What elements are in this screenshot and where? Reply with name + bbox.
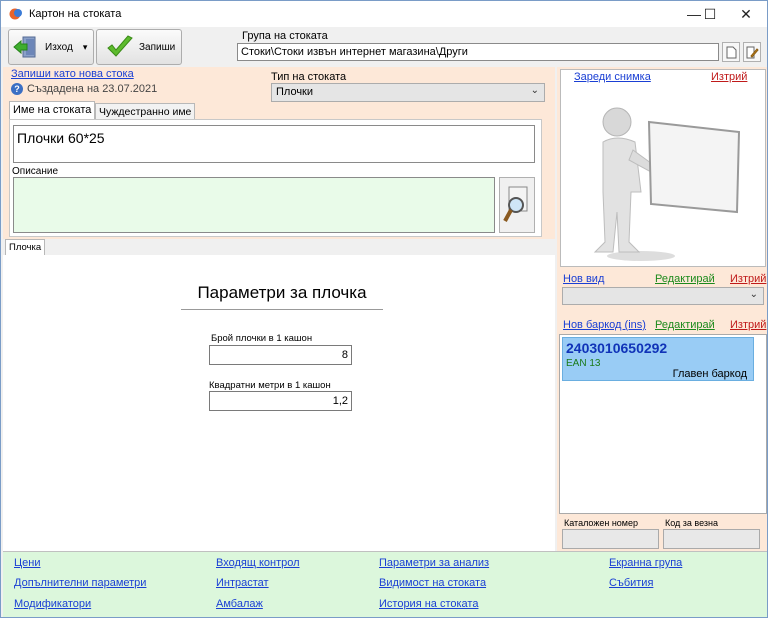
catalog-number-field[interactable] <box>562 529 659 549</box>
window-title: Картон на стоката <box>29 8 122 20</box>
edit-group-button[interactable] <box>743 42 761 62</box>
photo-area: Зареди снимка Изтрий <box>560 69 766 267</box>
type-label: Тип на стоката <box>271 71 347 83</box>
save-label: Запиши <box>139 41 176 53</box>
help-icon: ? <box>11 83 23 95</box>
chevron-down-icon[interactable]: ▾ <box>83 42 88 53</box>
barcode-role: Главен баркод <box>672 368 747 380</box>
prices-link[interactable]: Цени <box>14 557 40 569</box>
title-bar: Картон на стоката — ☐ ✕ <box>1 1 767 27</box>
catalog-number-label: Каталожен номер <box>564 518 639 528</box>
barcode-number: 2403010650292 <box>566 340 668 356</box>
maximize-button[interactable]: ☐ <box>693 1 727 27</box>
bottom-links-panel: Цени Допълнителни параметри Модификатори… <box>3 551 767 617</box>
tiles-per-box-label: Брой плочки в 1 кашон <box>211 333 313 344</box>
description-field[interactable] <box>13 177 495 233</box>
save-button[interactable]: Запиши <box>96 29 182 65</box>
exit-button[interactable]: Изход ▾ <box>8 29 94 65</box>
scale-code-field[interactable] <box>663 529 760 549</box>
placeholder-figure-image <box>593 107 741 261</box>
packaging-link[interactable]: Амбалаж <box>216 598 263 610</box>
barcode-list: 2403010650292 EAN 13 Главен баркод <box>559 334 767 514</box>
delete-photo-link[interactable]: Изтрий <box>711 71 747 83</box>
barcode-item[interactable]: 2403010650292 EAN 13 Главен баркод <box>562 337 754 381</box>
product-visibility-link[interactable]: Видимост на стоката <box>379 577 486 589</box>
exit-label: Изход <box>45 41 73 53</box>
edit-barcode-link[interactable]: Редактирай <box>655 319 715 331</box>
additional-params-link[interactable]: Допълнителни параметри <box>14 577 146 589</box>
scale-code-label: Код за везна <box>665 518 719 528</box>
load-photo-link[interactable]: Зареди снимка <box>574 71 651 83</box>
checkmark-icon <box>107 35 133 57</box>
delete-barcode-link[interactable]: Изтрий <box>730 319 766 331</box>
screen-group-link[interactable]: Екранна група <box>609 557 682 569</box>
sqm-per-box-field[interactable]: 1,2 <box>209 391 352 411</box>
tab-tile[interactable]: Плочка <box>5 239 46 256</box>
tile-params-panel: Параметри за плочка Брой плочки в 1 кашо… <box>3 255 555 551</box>
kind-select[interactable]: ⌄ <box>562 287 764 305</box>
tab-foreign-name[interactable]: Чуждестранно име <box>95 103 196 120</box>
sqm-per-box-label: Квадратни метри в 1 кашон <box>209 380 331 391</box>
save-as-new-link[interactable]: Запиши като нова стока <box>11 68 134 80</box>
product-info-panel: Запиши като нова стока ? Създадена на 23… <box>3 67 555 239</box>
product-name-field[interactable]: Плочки 60*25 <box>13 125 535 163</box>
params-title: Параметри за плочка <box>181 283 383 310</box>
chevron-down-icon: ⌄ <box>749 289 758 300</box>
new-document-button[interactable] <box>722 42 740 62</box>
group-label: Група на стоката <box>242 30 328 42</box>
description-label: Описание <box>12 166 59 177</box>
type-select[interactable]: Плочки ⌄ <box>271 83 545 102</box>
intrastat-link[interactable]: Интрастат <box>216 577 269 589</box>
preview-button[interactable] <box>499 177 535 233</box>
product-card-window: Картон на стоката — ☐ ✕ Изход ▾ Запиши Г… <box>0 0 768 618</box>
toolbar: Изход ▾ Запиши Група на стоката Стоки\Ст… <box>1 27 767 67</box>
document-icon <box>726 46 736 58</box>
delete-kind-link[interactable]: Изтрий <box>730 273 766 285</box>
incoming-control-link[interactable]: Входящ контрол <box>216 557 300 569</box>
right-panel: Зареди снимка Изтрий Нов вид Редактирай … <box>557 67 767 551</box>
app-icon <box>9 8 22 20</box>
magnifier-icon <box>503 186 528 222</box>
group-field[interactable]: Стоки\Стоки извън интернет магазина\Друг… <box>237 43 719 61</box>
edit-icon <box>746 46 759 58</box>
tiles-per-box-field[interactable]: 8 <box>209 345 352 365</box>
edit-kind-link[interactable]: Редактирай <box>655 273 715 285</box>
modifiers-link[interactable]: Модификатори <box>14 598 91 610</box>
close-button[interactable]: ✕ <box>729 1 763 27</box>
analysis-params-link[interactable]: Параметри за анализ <box>379 557 489 569</box>
new-kind-link[interactable]: Нов вид <box>563 273 604 285</box>
tab-name[interactable]: Име на стоката <box>9 101 96 120</box>
product-history-link[interactable]: История на стоката <box>379 598 478 610</box>
exit-icon <box>13 36 36 58</box>
created-date: Създадена на 23.07.2021 <box>27 83 158 95</box>
chevron-down-icon: ⌄ <box>530 85 539 96</box>
events-link[interactable]: Събития <box>609 577 653 589</box>
new-barcode-link[interactable]: Нов баркод (ins) <box>563 319 646 331</box>
type-value: Плочки <box>276 86 314 98</box>
barcode-type: EAN 13 <box>566 358 601 369</box>
